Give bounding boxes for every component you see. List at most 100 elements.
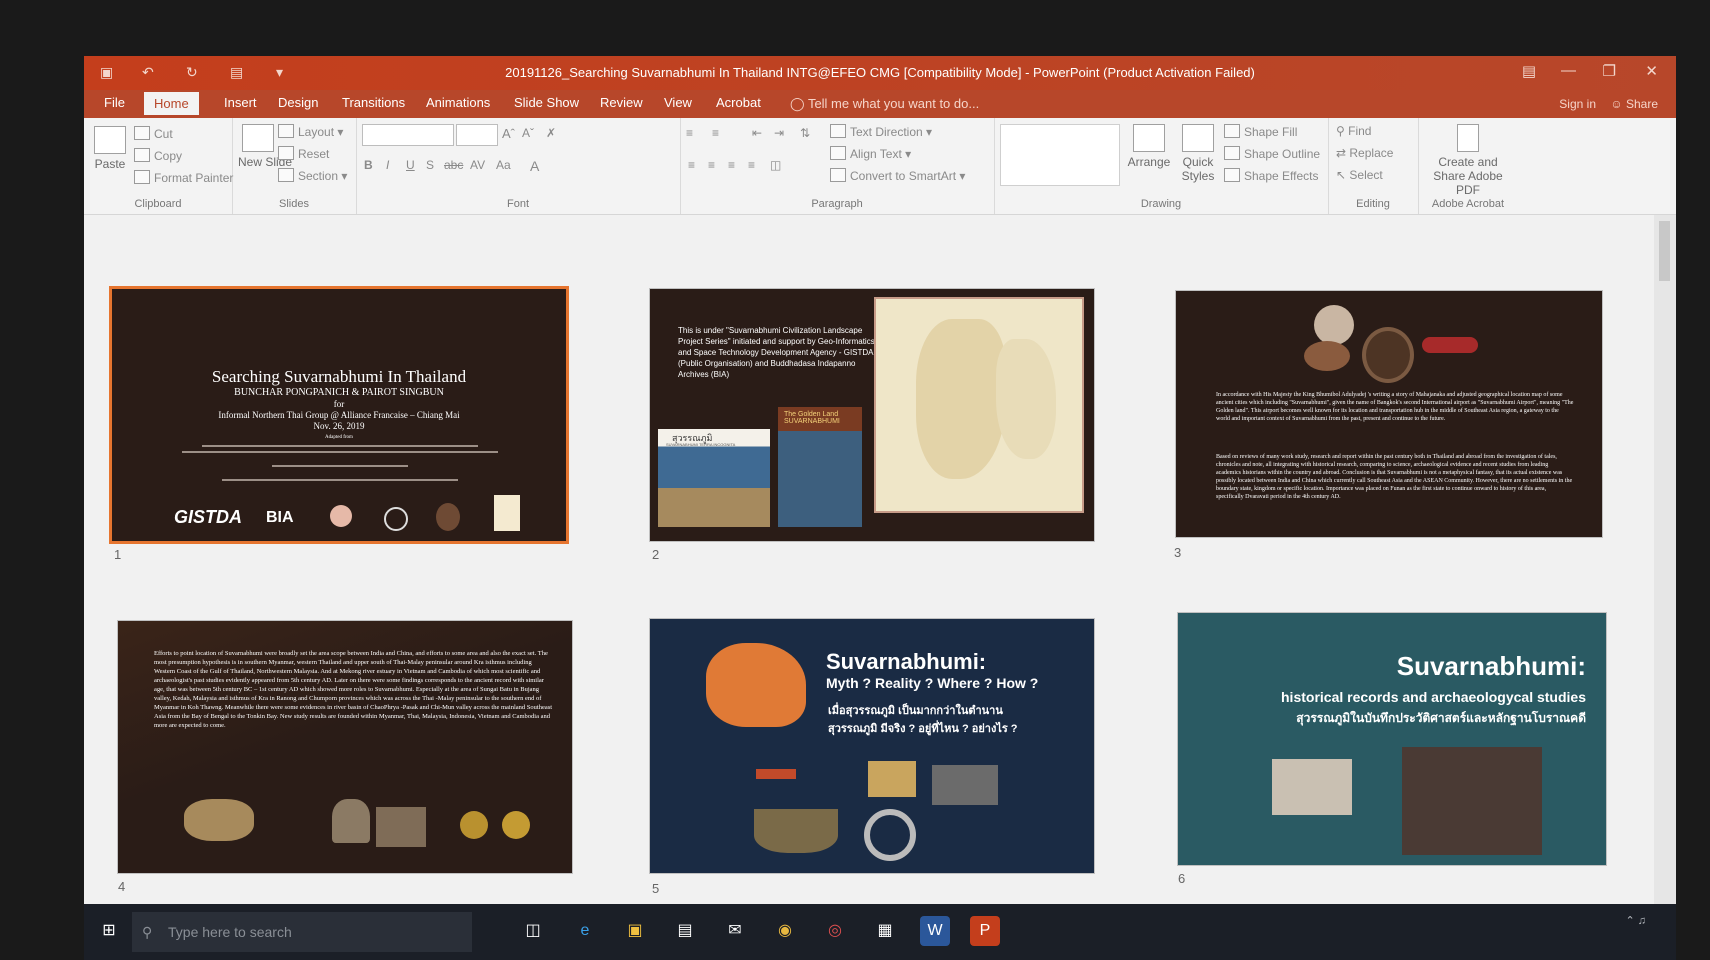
slide6-subtitle: historical records and archaeologycal st… [1281,689,1586,705]
slides-group: New Slide Layout ▾ Reset Section ▾ Slide… [232,118,357,214]
shapes-gallery[interactable] [1000,124,1120,186]
align-center-icon[interactable]: ≡ [708,158,715,172]
taskbar-search[interactable]: ⚲ Type here to search [132,912,472,952]
align-text-button[interactable]: Align Text ▾ [830,146,911,161]
strikethrough-button[interactable]: abc [444,158,463,172]
gistda-logo: GISTDA [174,507,243,527]
mail-icon[interactable]: ✉ [720,916,750,946]
close-icon[interactable]: ✕ [1645,62,1658,80]
shrink-font-icon[interactable]: Aˇ [522,126,534,140]
select-button[interactable]: ↖ Select [1336,168,1383,182]
arrange-button[interactable]: Arrange [1124,124,1174,169]
font-name-field[interactable] [362,124,454,146]
columns-icon[interactable]: ◫ [770,158,781,172]
shape-outline-button[interactable]: Shape Outline [1224,146,1320,161]
ribbon-display-icon[interactable]: ▤ [1522,62,1536,80]
line-spacing-icon[interactable]: ⇅ [800,126,810,140]
tab-review[interactable]: Review [600,95,643,110]
word-icon[interactable]: W [920,916,950,946]
file-explorer-icon[interactable]: ▣ [620,916,650,946]
tab-transitions[interactable]: Transitions [342,95,405,110]
artifact-image [932,765,998,805]
maximize-icon[interactable]: ❐ [1603,62,1616,80]
tab-view[interactable]: View [664,95,692,110]
share-button[interactable]: ☺ Share [1610,97,1658,111]
cut-label: Cut [154,127,173,141]
character-spacing-button[interactable]: AV [470,158,485,172]
slide-number-4: 4 [118,879,126,894]
italic-button[interactable]: I [386,158,389,172]
tab-home[interactable]: Home [144,92,199,115]
slide1-fine-print-line [182,451,498,453]
shape-effects-button[interactable]: Shape Effects [1224,168,1319,183]
tell-me-search[interactable]: ◯ Tell me what you want to do... [790,96,979,112]
underline-button[interactable]: U [406,158,415,172]
new-slide-button[interactable]: New Slide [238,124,292,169]
paste-button[interactable]: Paste [92,126,128,171]
reset-button[interactable]: Reset [278,146,329,161]
powerpoint-icon[interactable]: P [970,916,1000,946]
change-case-button[interactable]: Aa [496,158,511,172]
shape-fill-button[interactable]: Shape Fill [1224,124,1297,139]
clear-formatting-icon[interactable]: ✗ [546,126,556,140]
bold-button[interactable]: B [364,158,373,172]
create-pdf-button[interactable]: Create and Share Adobe PDF [1424,124,1512,197]
clipboard-group: Paste Cut Copy Format Painter Clipboard [84,118,233,214]
decrease-indent-icon[interactable]: ⇤ [752,126,762,140]
task-view-icon[interactable]: ◫ [518,916,548,946]
minimize-icon[interactable]: — [1561,62,1576,79]
layout-button[interactable]: Layout ▾ [278,124,343,139]
eye-app-icon[interactable]: ◎ [820,916,850,946]
bullets-icon[interactable]: ≡ [686,126,693,140]
text-direction-button[interactable]: Text Direction ▾ [830,124,932,139]
cut-button[interactable]: Cut [134,126,173,141]
paragraph-group: ≡ ≡ ⇤ ⇥ ⇅ Text Direction ▾ Align Text ▾ … [680,118,995,214]
vertical-scrollbar[interactable] [1654,215,1676,942]
slide-thumbnail-4[interactable]: Efforts to point location of Suvarnabhum… [118,621,572,873]
replace-button[interactable]: ⇄ Replace [1336,146,1393,160]
increase-indent-icon[interactable]: ⇥ [774,126,784,140]
quick-styles-button[interactable]: Quick Styles [1176,124,1220,183]
tab-slide-show[interactable]: Slide Show [514,95,579,110]
slide-thumbnail-6[interactable]: Suvarnabhumi: historical records and arc… [1178,613,1606,865]
justify-icon[interactable]: ≡ [748,158,755,172]
slide-number-6: 6 [1178,871,1186,886]
slide-thumbnail-2[interactable]: This is under "Suvarnabhumi Civilization… [650,289,1094,541]
font-size-field[interactable] [456,124,498,146]
tab-file[interactable]: File [104,95,125,110]
section-button[interactable]: Section ▾ [278,168,347,183]
sign-in-link[interactable]: Sign in [1559,97,1596,111]
align-left-icon[interactable]: ≡ [688,158,695,172]
chrome-icon[interactable]: ◉ [770,916,800,946]
tab-animations[interactable]: Animations [426,95,490,110]
windows-start-icon[interactable]: ⊞ [94,916,124,946]
quick-styles-label: Quick Styles [1181,155,1215,183]
tab-acrobat[interactable]: Acrobat [716,95,761,110]
numbering-icon[interactable]: ≡ [712,126,719,140]
drawing-group: Arrange Quick Styles Shape Fill Shape Ou… [994,118,1329,214]
align-text-icon [830,146,846,160]
store-icon[interactable]: ▤ [670,916,700,946]
system-tray[interactable]: ⌃ ♫ [1625,914,1646,927]
copy-button[interactable]: Copy [134,148,182,163]
old-map-image [874,297,1084,513]
align-right-icon[interactable]: ≡ [728,158,735,172]
tab-design[interactable]: Design [278,95,318,110]
bia-logo: BIA [266,509,294,526]
scrollbar-thumb[interactable] [1659,221,1670,281]
slide-thumbnail-3[interactable]: In accordance with His Majesty the King … [1176,291,1602,537]
photos-icon[interactable]: ▦ [870,916,900,946]
slide-thumbnail-5[interactable]: Suvarnabhumi: Myth ? Reality ? Where ? H… [650,619,1094,873]
edge-browser-icon[interactable]: e [570,916,600,946]
layout-icon [278,124,294,138]
shadow-button[interactable]: S [426,158,434,172]
tab-insert[interactable]: Insert [224,95,257,110]
convert-smartart-button[interactable]: Convert to SmartArt ▾ [830,168,965,183]
find-button[interactable]: ⚲ Find [1336,124,1371,138]
paint-bucket-icon [1224,124,1240,138]
grow-font-icon[interactable]: Aˆ [502,126,515,141]
format-painter-button[interactable]: Format Painter [134,170,233,185]
slide-thumbnail-1[interactable]: Searching Suvarnabhumi In Thailand BUNCH… [112,289,566,541]
artifact-image [1362,327,1414,383]
font-color-button[interactable]: A [530,158,539,174]
